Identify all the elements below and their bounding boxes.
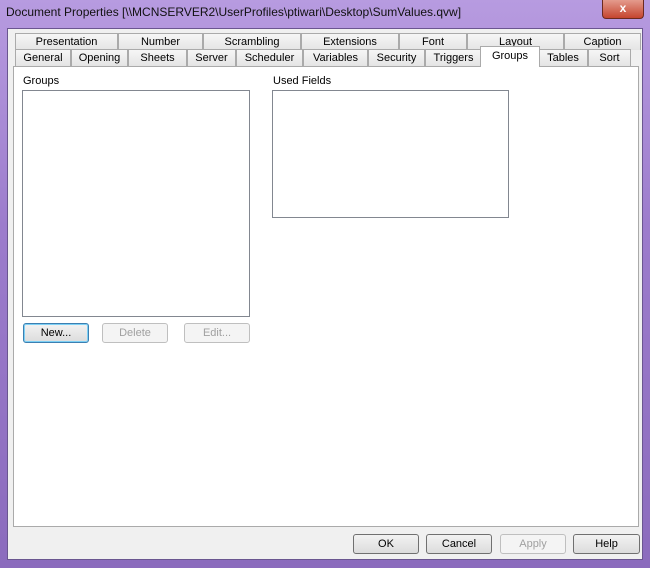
- groups-label: Groups: [23, 75, 60, 87]
- apply-button[interactable]: Apply: [500, 534, 566, 554]
- groups-listbox[interactable]: [22, 90, 250, 317]
- tab-sheets[interactable]: Sheets: [128, 49, 187, 66]
- tab-presentation[interactable]: Presentation: [15, 33, 118, 50]
- cancel-button[interactable]: Cancel: [426, 534, 492, 554]
- tab-extensions[interactable]: Extensions: [301, 33, 399, 50]
- delete-group-button[interactable]: Delete: [102, 323, 168, 343]
- close-button[interactable]: x: [602, 0, 644, 19]
- tab-scheduler[interactable]: Scheduler: [236, 49, 303, 66]
- tab-groups[interactable]: Groups: [480, 46, 540, 67]
- dialog-window: Document Properties [\\MCNSERVER2\UserPr…: [0, 0, 650, 568]
- edit-group-button[interactable]: Edit...: [184, 323, 250, 343]
- dialog-client: Presentation Number Scrambling Extensions Fo…: [7, 28, 643, 560]
- tab-number[interactable]: Number: [118, 33, 203, 50]
- tab-general[interactable]: General: [15, 49, 71, 66]
- tab-opening[interactable]: Opening: [71, 49, 128, 66]
- used-fields-label: Used Fields: [273, 75, 332, 87]
- tab-caption[interactable]: Caption: [564, 33, 641, 50]
- tab-tables[interactable]: Tables: [538, 49, 588, 66]
- tab-scrambling[interactable]: Scrambling: [203, 33, 301, 50]
- help-button[interactable]: Help: [573, 534, 640, 554]
- ok-button[interactable]: OK: [353, 534, 419, 554]
- tab-variables[interactable]: Variables: [303, 49, 368, 66]
- tab-font[interactable]: Font: [399, 33, 467, 50]
- used-fields-listbox[interactable]: [272, 90, 509, 218]
- new-group-button[interactable]: New...: [23, 323, 89, 343]
- groups-panel: Groups Used Fields New... Delete Edit...: [13, 66, 639, 527]
- tab-server[interactable]: Server: [187, 49, 236, 66]
- tab-triggers[interactable]: Triggers: [425, 49, 482, 66]
- window-title: Document Properties [\\MCNSERVER2\UserPr…: [6, 5, 462, 19]
- tab-sort[interactable]: Sort: [588, 49, 631, 66]
- tab-security[interactable]: Security: [368, 49, 425, 66]
